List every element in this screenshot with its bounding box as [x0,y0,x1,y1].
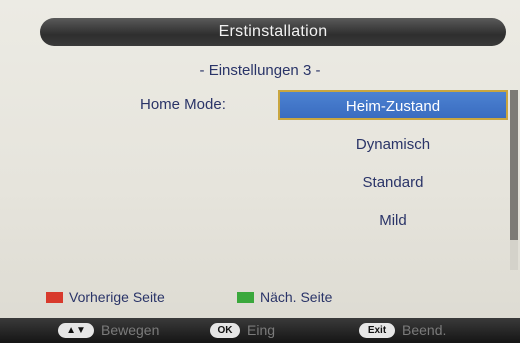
next-page-label: Näch. Seite [260,289,333,305]
home-mode-option-dynamisch[interactable]: Dynamisch [278,130,508,160]
up-down-arrows-icon: ▲▼ [58,323,94,338]
red-key-icon [46,291,63,303]
settings-subtitle: - Einstellungen 3 - [199,62,321,79]
button-hint-bar: ▲▼ Bewegen OK Eing Exit Beend. [0,318,520,343]
home-mode-option-heim-zustand[interactable]: Heim-Zustand [278,90,508,120]
green-key-icon [237,291,254,303]
home-mode-option-mild[interactable]: Mild [278,206,508,236]
scrollbar-thumb[interactable] [510,90,518,240]
home-mode-option-standard[interactable]: Standard [278,168,508,198]
home-mode-label: Home Mode: [140,96,226,113]
legend-prev-page[interactable]: Vorherige Seite [46,289,165,305]
move-label: Bewegen [101,322,160,338]
prev-page-label: Vorherige Seite [69,289,165,305]
page-title: Erstinstallation [40,18,506,46]
exit-key-icon: Exit [359,323,395,338]
exit-label: Beend. [402,322,447,338]
enter-label: Eing [247,322,276,338]
ok-key-icon: OK [210,323,240,338]
installation-screen: Erstinstallation - Einstellungen 3 - Hom… [0,0,520,343]
legend-next-page[interactable]: Näch. Seite [237,289,332,305]
